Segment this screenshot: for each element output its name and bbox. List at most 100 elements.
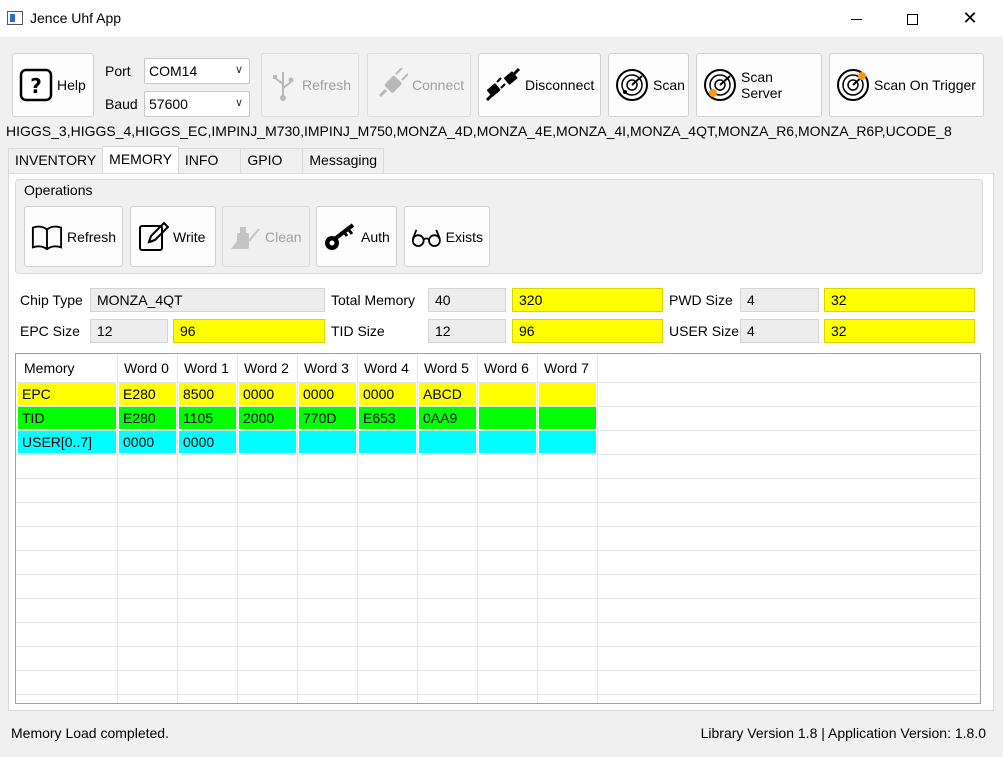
table-cell[interactable]: 0000 bbox=[359, 383, 416, 405]
column-header[interactable]: Word 1 bbox=[178, 358, 235, 380]
radar-server-icon bbox=[704, 69, 736, 101]
pwd-size-words-field: 4 bbox=[740, 288, 819, 312]
scan-button[interactable]: Scan bbox=[608, 53, 689, 117]
grid-row-line bbox=[16, 574, 980, 575]
memory-refresh-label: Refresh bbox=[66, 228, 116, 245]
version-info: Library Version 1.8 | Application Versio… bbox=[700, 725, 986, 741]
baud-value: 57600 bbox=[149, 96, 188, 112]
window-title: Jence Uhf App bbox=[30, 10, 122, 26]
column-header[interactable]: Word 2 bbox=[238, 358, 295, 380]
edit-icon bbox=[139, 221, 169, 251]
auth-button[interactable]: Auth bbox=[316, 206, 397, 267]
scan-on-trigger-button[interactable]: Scan On Trigger bbox=[829, 53, 984, 117]
column-header[interactable]: Memory bbox=[18, 358, 81, 380]
port-label: Port bbox=[105, 63, 131, 79]
disconnect-button[interactable]: Disconnect bbox=[478, 53, 601, 117]
title-bar: Jence Uhf App ✕ bbox=[0, 0, 1003, 38]
column-header[interactable]: Word 6 bbox=[478, 358, 535, 380]
table-cell[interactable]: USER[0..7] bbox=[18, 431, 116, 453]
table-cell[interactable]: 770D bbox=[299, 407, 356, 429]
table-cell[interactable] bbox=[299, 431, 356, 453]
status-message: Memory Load completed. bbox=[11, 725, 169, 741]
port-value: COM14 bbox=[149, 63, 198, 79]
table-cell[interactable] bbox=[539, 431, 596, 453]
epc-size-label: EPC Size bbox=[20, 323, 80, 339]
table-cell[interactable]: ABCD bbox=[419, 383, 476, 405]
glasses-icon bbox=[411, 228, 441, 247]
help-button[interactable]: ? Help bbox=[12, 53, 94, 117]
svg-text:?: ? bbox=[30, 74, 42, 98]
table-cell[interactable]: 2000 bbox=[239, 407, 296, 429]
table-cell[interactable] bbox=[479, 407, 536, 429]
cleaning-icon bbox=[231, 226, 260, 249]
column-header[interactable]: Word 4 bbox=[358, 358, 415, 380]
table-cell[interactable] bbox=[479, 431, 536, 453]
scan-server-button[interactable]: Scan Server bbox=[696, 53, 822, 117]
grid-row-line bbox=[16, 550, 980, 551]
table-cell[interactable]: EPC bbox=[18, 383, 116, 405]
table-cell[interactable]: 0000 bbox=[299, 383, 356, 405]
tab-memory[interactable]: MEMORY bbox=[102, 146, 179, 173]
tab-messaging[interactable]: Messaging bbox=[302, 148, 385, 173]
table-cell[interactable]: 1105 bbox=[179, 407, 236, 429]
table-cell[interactable] bbox=[359, 431, 416, 453]
table-cell[interactable] bbox=[239, 431, 296, 453]
table-cell[interactable] bbox=[479, 383, 536, 405]
help-icon: ? bbox=[19, 68, 53, 102]
grid-row-line bbox=[16, 622, 980, 623]
operations-title: Operations bbox=[24, 182, 93, 198]
refresh-ports-button[interactable]: Refresh bbox=[261, 53, 359, 117]
column-header[interactable]: Word 0 bbox=[118, 358, 175, 380]
tid-size-words-field: 12 bbox=[428, 319, 506, 343]
maximize-icon bbox=[906, 13, 918, 25]
close-button[interactable]: ✕ bbox=[947, 0, 993, 38]
minimize-icon bbox=[850, 18, 862, 20]
pwd-size-label: PWD Size bbox=[669, 292, 733, 308]
table-cell[interactable]: E280 bbox=[119, 407, 176, 429]
tab-inventory[interactable]: INVENTORY bbox=[8, 148, 104, 173]
chip-type-field: MONZA_4QT bbox=[90, 288, 325, 312]
port-select[interactable]: COM14 ∨ bbox=[144, 58, 250, 84]
table-cell[interactable] bbox=[419, 431, 476, 453]
minimize-button[interactable] bbox=[833, 0, 879, 38]
total-memory-bits-field: 320 bbox=[512, 288, 663, 312]
tab-info[interactable]: INFO bbox=[177, 148, 242, 173]
radar-icon bbox=[616, 69, 648, 101]
exists-button[interactable]: Exists bbox=[404, 206, 490, 267]
table-cell[interactable]: TID bbox=[18, 407, 116, 429]
tab-gpio[interactable]: GPIO bbox=[240, 148, 304, 173]
write-button[interactable]: Write bbox=[130, 206, 216, 267]
table-cell[interactable]: E280 bbox=[119, 383, 176, 405]
table-cell[interactable] bbox=[539, 383, 596, 405]
column-header[interactable]: Word 3 bbox=[298, 358, 355, 380]
clean-button[interactable]: Clean bbox=[222, 206, 310, 267]
grid-row-line bbox=[16, 478, 980, 479]
column-header[interactable]: Word 7 bbox=[538, 358, 595, 380]
book-icon bbox=[31, 225, 63, 250]
column-header[interactable]: Word 5 bbox=[418, 358, 475, 380]
table-cell[interactable]: 0AA9 bbox=[419, 407, 476, 429]
unplug-icon bbox=[485, 68, 521, 102]
plug-icon bbox=[378, 68, 408, 98]
grid-row-line bbox=[16, 694, 980, 695]
table-cell[interactable]: 8500 bbox=[179, 383, 236, 405]
table-cell[interactable]: 0000 bbox=[239, 383, 296, 405]
scan-label: Scan bbox=[653, 77, 685, 93]
table-cell[interactable] bbox=[539, 407, 596, 429]
tid-size-label: TID Size bbox=[331, 323, 385, 339]
grid-row-line bbox=[16, 502, 980, 503]
scan-server-label: Scan Server bbox=[741, 69, 783, 101]
connect-button[interactable]: Connect bbox=[367, 53, 471, 117]
epc-size-bits-field: 96 bbox=[173, 319, 325, 343]
grid-row-line bbox=[16, 598, 980, 599]
grid-row-line bbox=[16, 526, 980, 527]
table-cell[interactable]: 0000 bbox=[119, 431, 176, 453]
disconnect-label: Disconnect bbox=[525, 77, 595, 93]
baud-select[interactable]: 57600 ∨ bbox=[144, 91, 250, 117]
usb-icon bbox=[273, 72, 294, 101]
memory-table[interactable]: Memory Word 0 Word 1 Word 2 Word 3 Word … bbox=[15, 353, 981, 704]
memory-refresh-button[interactable]: Refresh bbox=[24, 206, 123, 267]
table-cell[interactable]: 0000 bbox=[179, 431, 236, 453]
maximize-button[interactable] bbox=[889, 0, 935, 38]
table-cell[interactable]: E653 bbox=[359, 407, 416, 429]
